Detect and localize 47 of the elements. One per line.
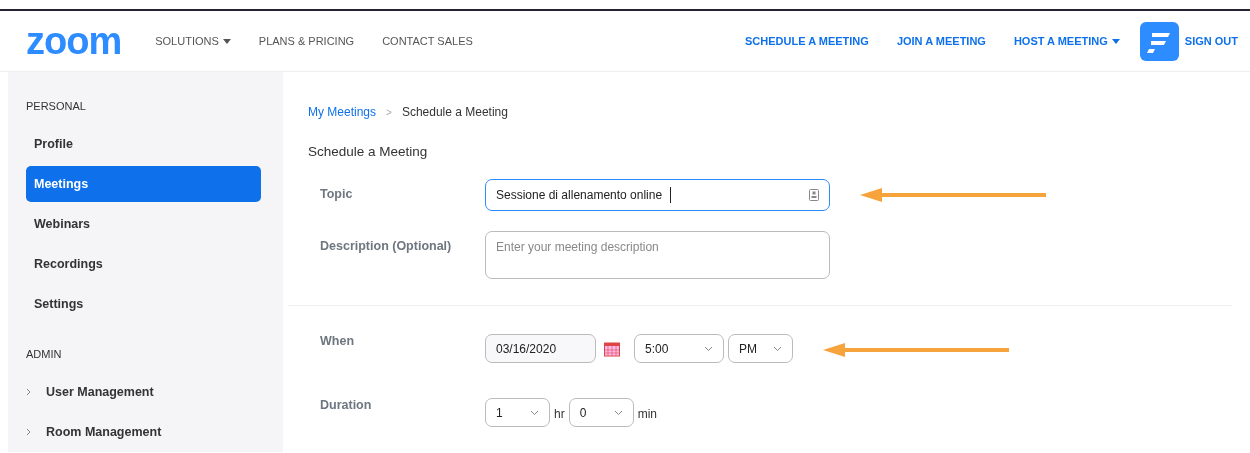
- minutes-select[interactable]: 0: [568, 398, 634, 427]
- caret-icon: [1111, 38, 1120, 44]
- date-field[interactable]: 03/16/2020: [485, 334, 596, 363]
- nav-link[interactable]: SOLUTIONS: [155, 35, 231, 47]
- sidebar-item[interactable]: Recordings: [26, 246, 261, 282]
- breadcrumb-separator: >: [386, 106, 392, 118]
- time-select[interactable]: 5:00: [634, 334, 724, 363]
- section-title: ADMIN: [26, 348, 63, 360]
- arrow-icon: [823, 343, 1009, 357]
- nav-link[interactable]: HOST A MEETING: [1013, 35, 1120, 47]
- sidebar-item[interactable]: Settings: [26, 286, 261, 322]
- topic-field[interactable]: Sessione di allenamento online: [485, 179, 830, 211]
- field-label: Description (Optional): [320, 238, 453, 253]
- nav-link[interactable]: SCHEDULE A MEETING: [745, 35, 869, 47]
- field-label: Duration: [320, 398, 373, 412]
- calendar-icon[interactable]: [604, 341, 620, 357]
- sidebar-item[interactable]: Meetings: [26, 166, 261, 202]
- section-title: PERSONAL: [26, 100, 87, 112]
- breadcrumb-link[interactable]: My Meetings: [308, 105, 377, 119]
- sidebar-item[interactable]: Webinars: [26, 206, 261, 242]
- chevron-icon: [613, 409, 623, 416]
- ampm-select[interactable]: PM: [728, 334, 793, 363]
- nav-link[interactable]: CONTACT SALES: [382, 35, 473, 47]
- arrow-icon: [860, 188, 1046, 202]
- avatar-icon[interactable]: [1139, 21, 1179, 61]
- chevron-icon: [704, 345, 713, 352]
- sign-out-link[interactable]: SIGN OUT: [1184, 35, 1238, 47]
- text-cursor: [670, 187, 672, 203]
- contact-card-icon: [809, 189, 819, 201]
- field-label: When: [320, 334, 356, 348]
- chevron-icon: [773, 345, 782, 352]
- page-heading: Schedule a Meeting: [308, 144, 429, 159]
- hours-select[interactable]: 1: [485, 398, 550, 427]
- sidebar-item[interactable]: User Management: [26, 374, 261, 410]
- chevron-icon: [530, 409, 539, 416]
- nav-link[interactable]: PLANS & PRICING: [258, 35, 355, 47]
- field-label: Topic: [320, 186, 354, 201]
- caret-icon: [222, 38, 231, 44]
- sidebar-item[interactable]: Profile: [26, 126, 261, 162]
- nav-link[interactable]: JOIN A MEETING: [896, 35, 986, 47]
- description-field[interactable]: Enter your meeting description: [485, 231, 830, 279]
- sidebar-item[interactable]: Room Management: [26, 414, 261, 450]
- chevron-icon: [26, 428, 31, 436]
- breadcrumb-current: Schedule a Meeting: [401, 105, 508, 119]
- unit-label: hr: [554, 407, 565, 421]
- chevron-icon: [26, 388, 31, 396]
- unit-label: min: [637, 407, 657, 421]
